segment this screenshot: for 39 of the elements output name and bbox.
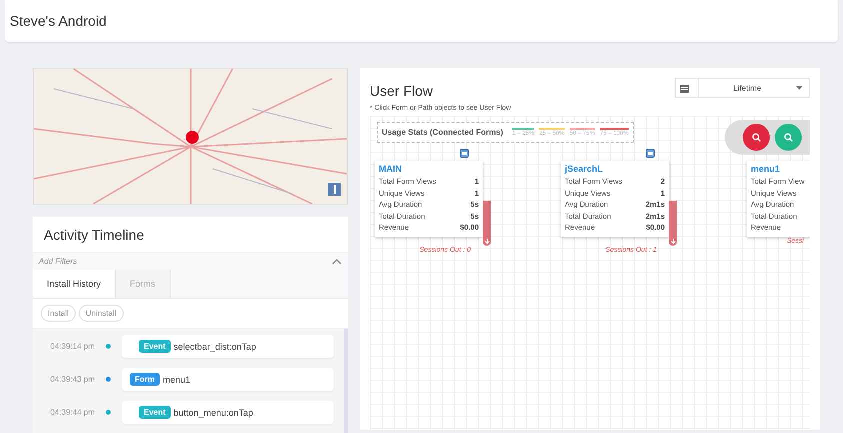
time-label: 04:39:14 pm [50,342,95,351]
legend-title: Usage Stats (Connected Forms) [382,128,504,137]
timeline-entry[interactable]: Form menu1 [122,368,334,391]
magnifier-icon [752,133,761,142]
entry-text: menu1 [163,374,191,384]
caret-icon [796,86,803,90]
timeline-dot [106,377,111,382]
type-tag: Form [130,373,160,386]
chevron-up-icon[interactable] [332,258,342,264]
time-label: 04:39:44 pm [50,408,95,417]
location-pin-icon [186,131,199,144]
timeline-dot [106,410,111,415]
panel-title: Activity Timeline [43,226,146,245]
filters-label: Add Filters [39,257,78,266]
timeline-entry[interactable]: Event button_menu:onTap [122,401,334,424]
screen-icon[interactable] [460,149,469,158]
window-title: Steve's Android [10,13,107,29]
type-tag: Event [139,340,171,353]
screen-icon[interactable] [646,149,655,158]
form-name: jSearchL [565,164,604,174]
entry-text: button_menu:onTap [174,408,254,418]
time-label: 04:39:43 pm [50,375,95,384]
zoom-out-button[interactable] [743,124,770,151]
form-name: MAIN [379,164,403,174]
calendar-icon [680,84,688,92]
timeline-entry[interactable]: Event selectbar_dist:onTap [122,335,334,358]
period-dropdown[interactable]: Lifetime [675,78,810,98]
zoom-in-button[interactable] [775,124,802,151]
timeline-dot [106,344,111,349]
sessions-bar[interactable] [669,201,677,246]
tab[interactable]: Install History [33,270,116,298]
magnifier-icon [784,133,793,142]
panel-title: User Flow [370,83,434,99]
entry-text: selectbar_dist:onTap [174,342,256,352]
info-icon[interactable] [328,183,341,196]
sessions-bar[interactable] [483,201,491,246]
type-tag: Event [139,406,171,419]
form-name: menu1 [751,164,782,174]
period-value: Lifetime [732,84,762,92]
